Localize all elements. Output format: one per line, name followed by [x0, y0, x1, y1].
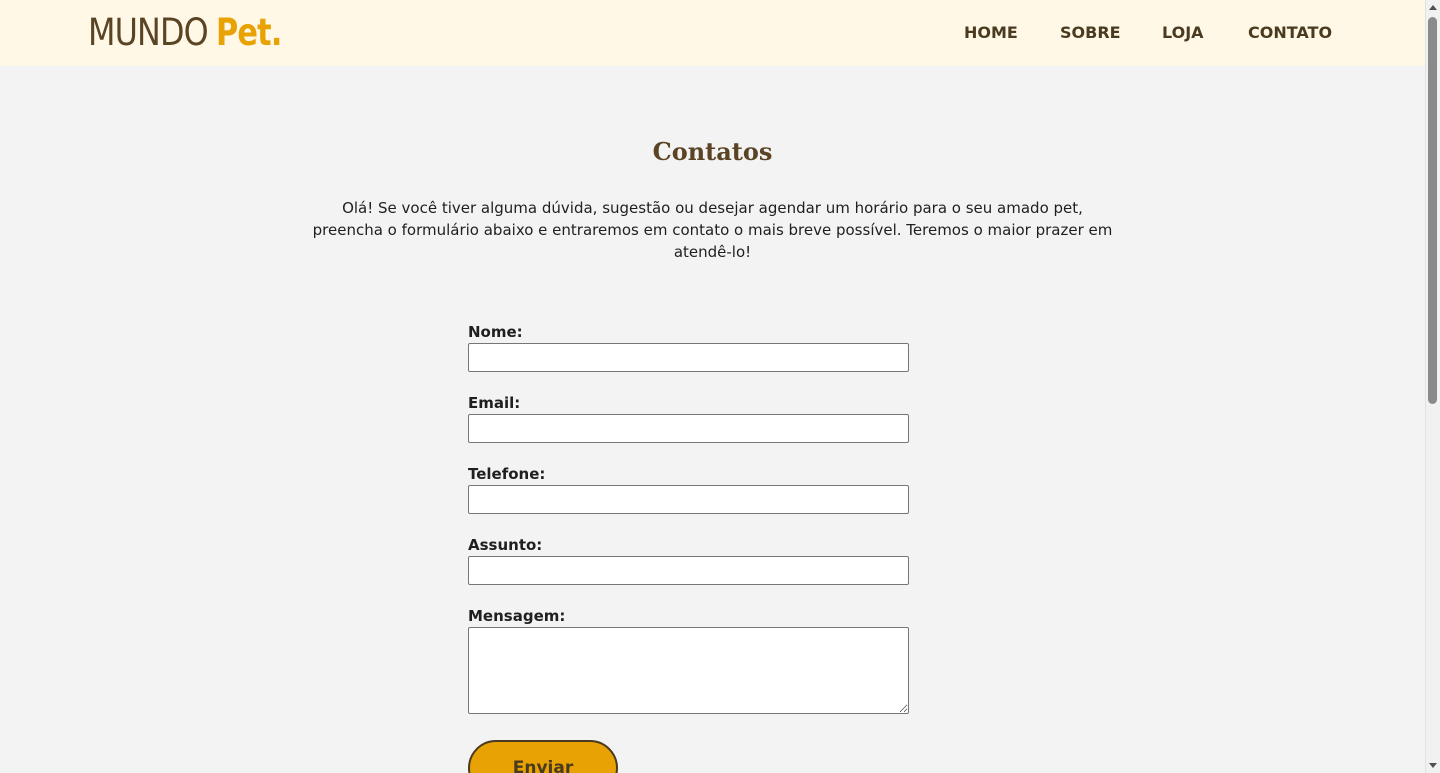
label-nome: Nome: [468, 323, 523, 341]
field-nome: Nome: [468, 321, 909, 372]
logo[interactable]: MUNDO Pet. [88, 11, 282, 55]
logo-text-mundo: MUNDO [88, 11, 209, 54]
label-mensagem: Mensagem: [468, 607, 566, 625]
field-assunto: Assunto: [468, 534, 909, 585]
content-area: MUNDO Pet. HOME SOBRE LOJA CONTATO Contat… [0, 0, 1425, 773]
scroll-thumb[interactable] [1428, 17, 1437, 404]
label-assunto: Assunto: [468, 536, 543, 554]
field-email: Email: [468, 392, 909, 443]
nome-input[interactable] [468, 343, 909, 372]
telefone-input[interactable] [468, 485, 909, 514]
site-header: MUNDO Pet. HOME SOBRE LOJA CONTATO [0, 0, 1425, 66]
scroll-up-arrow-icon[interactable] [1429, 5, 1437, 10]
logo-text-pet: Pet. [216, 11, 282, 54]
vertical-scrollbar[interactable] [1425, 0, 1440, 773]
assunto-input[interactable] [468, 556, 909, 585]
label-telefone: Telefone: [468, 465, 546, 483]
intro-text: Olá! Se você tiver alguma dúvida, sugest… [312, 199, 1113, 261]
mensagem-textarea[interactable] [468, 627, 909, 714]
nav-contato[interactable]: CONTATO [1248, 22, 1332, 44]
page-title: Contatos [652, 137, 773, 166]
scroll-down-arrow-icon[interactable] [1429, 763, 1437, 768]
enviar-button[interactable]: Enviar [468, 740, 618, 773]
nav-sobre[interactable]: SOBRE [1060, 22, 1121, 44]
page: MUNDO Pet. HOME SOBRE LOJA CONTATO Contat… [0, 0, 1440, 773]
label-email: Email: [468, 394, 521, 412]
nav-home[interactable]: HOME [964, 22, 1018, 44]
field-telefone: Telefone: [468, 463, 909, 514]
nav-loja[interactable]: LOJA [1162, 22, 1204, 44]
email-input[interactable] [468, 414, 909, 443]
field-mensagem: Mensagem: [468, 605, 909, 714]
